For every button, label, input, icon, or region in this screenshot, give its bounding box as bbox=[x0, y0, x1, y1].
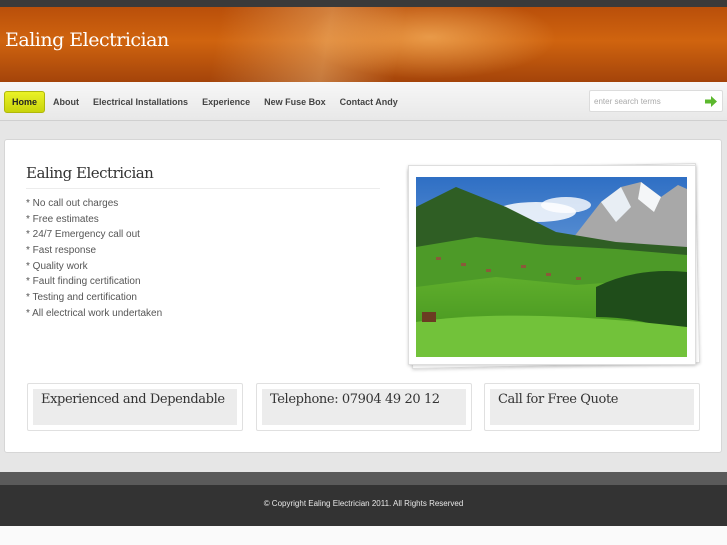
list-item: * Testing and certification bbox=[26, 292, 137, 304]
list-item: * All electrical work undertaken bbox=[26, 307, 163, 319]
list-item: * No call out charges bbox=[26, 198, 119, 209]
experienced-box[interactable]: Experienced and Dependable bbox=[27, 383, 243, 431]
content-panel: Ealing Electrician * No call out charges… bbox=[4, 139, 722, 453]
site-footer: © Copyright Ealing Electrician 2011. All… bbox=[0, 485, 727, 526]
page-title: Ealing Electrician bbox=[26, 164, 380, 189]
nav-item-home[interactable]: Home bbox=[4, 91, 46, 113]
search-box bbox=[589, 90, 723, 112]
free-quote-box[interactable]: Call for Free Quote bbox=[484, 383, 700, 431]
landscape-photo bbox=[416, 177, 687, 357]
site-title[interactable]: Ealing Electrician bbox=[5, 29, 169, 51]
top-strip bbox=[0, 0, 727, 7]
list-item: * Quality work bbox=[26, 260, 88, 272]
nav-item-electrical-installations[interactable]: Electrical Installations bbox=[86, 91, 195, 113]
list-item: * Fast response bbox=[26, 245, 97, 257]
list-item: * Fault finding certification bbox=[26, 276, 141, 288]
page-bottom bbox=[0, 526, 727, 545]
nav-item-new-fuse-box[interactable]: New Fuse Box bbox=[257, 91, 333, 113]
telephone-box[interactable]: Telephone: 07904 49 20 12 bbox=[256, 383, 472, 431]
mountain-valley-image bbox=[416, 177, 687, 357]
nav-item-experience[interactable]: Experience bbox=[195, 91, 257, 113]
copyright-text: © Copyright Ealing Electrician 2011. All… bbox=[263, 499, 464, 508]
box-label: Call for Free Quote bbox=[498, 392, 619, 407]
list-item: * Free estimates bbox=[26, 213, 99, 225]
site-header: Ealing Electrician bbox=[0, 7, 727, 82]
box-label: Telephone: 07904 49 20 12 bbox=[270, 392, 440, 407]
nav-item-about[interactable]: About bbox=[46, 91, 86, 113]
nav-item-contact-andy[interactable]: Contact Andy bbox=[333, 91, 405, 113]
main-nav: Home About Electrical Installations Expe… bbox=[4, 91, 405, 113]
arrow-right-icon[interactable] bbox=[705, 96, 717, 107]
list-item: * 24/7 Emergency call out bbox=[26, 229, 140, 241]
features-list: * No call out charges * Free estimates *… bbox=[26, 196, 162, 322]
box-label: Experienced and Dependable bbox=[41, 392, 225, 407]
footer-divider bbox=[0, 472, 727, 485]
search-input[interactable] bbox=[594, 93, 698, 109]
